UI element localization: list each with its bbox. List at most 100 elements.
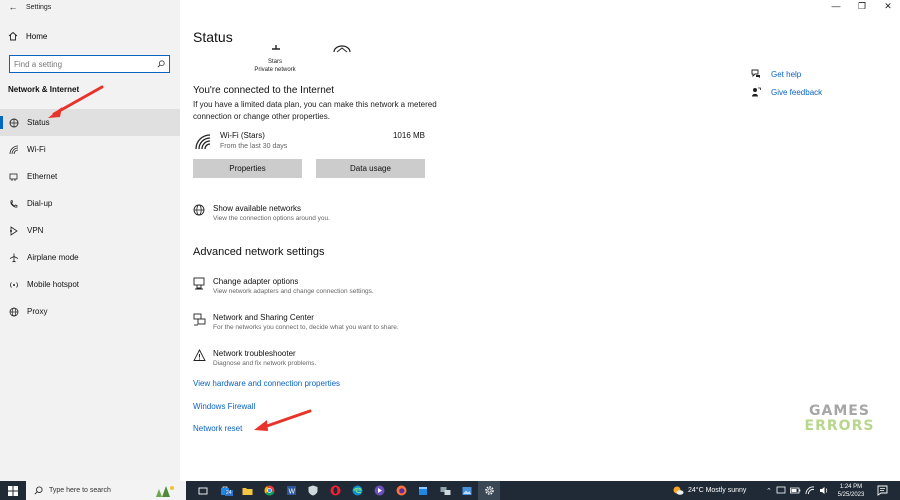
notification-center-icon[interactable]	[877, 485, 888, 496]
network-reset-link[interactable]: Network reset	[193, 424, 242, 433]
sidebar-item-label: Airplane mode	[27, 253, 79, 262]
media-player-button[interactable]	[368, 481, 390, 500]
hardware-properties-link[interactable]: View hardware and connection properties	[193, 379, 340, 388]
show-networks-title: Show available networks	[213, 204, 302, 213]
task-view-button[interactable]	[192, 481, 214, 500]
photos-app-button[interactable]	[456, 481, 478, 500]
page-title: Status	[193, 29, 233, 45]
opera-button[interactable]	[324, 481, 346, 500]
ethernet-icon	[9, 173, 18, 181]
taskbar-search-box[interactable]: Type here to search	[26, 481, 186, 500]
vpn-icon	[10, 225, 18, 236]
sidebar-item-airplane-mode[interactable]: Airplane mode	[0, 244, 180, 271]
firefox-icon	[396, 485, 406, 496]
play-icon	[374, 485, 384, 496]
photos-icon	[462, 486, 472, 495]
globe-icon	[193, 204, 205, 216]
taskbar-clock[interactable]: 1:24 PM 5/25/2023	[836, 483, 866, 499]
volume-icon[interactable]	[819, 486, 829, 495]
chrome-button[interactable]	[258, 481, 280, 500]
chrome-icon	[264, 485, 274, 496]
dialup-icon	[10, 199, 18, 208]
windows-firewall-link[interactable]: Windows Firewall	[193, 402, 255, 411]
edge-button[interactable]	[346, 481, 368, 500]
warning-icon	[193, 349, 206, 361]
gear-icon	[484, 486, 494, 495]
maximize-button[interactable]: ❐	[856, 1, 868, 12]
start-button[interactable]	[0, 481, 26, 500]
sidebar-item-proxy[interactable]: Proxy	[0, 298, 180, 325]
back-arrow-icon[interactable]: ←	[0, 2, 26, 12]
folder-icon	[242, 487, 252, 495]
weather-text: 24°C Mostly sunny	[688, 487, 747, 494]
watermark-line1: GAMES	[809, 403, 870, 419]
home-icon	[8, 31, 18, 41]
sidebar-item-wifi[interactable]: Wi-Fi	[0, 136, 180, 163]
chevron-up-icon[interactable]: ⌃	[766, 487, 772, 495]
sharing-center-title: Network and Sharing Center	[213, 313, 314, 322]
give-feedback-link[interactable]: Give feedback	[751, 87, 822, 97]
sidebar-item-label: Status	[27, 118, 50, 127]
window-title: Settings	[26, 3, 52, 11]
wifi-data-amount: 1016 MB	[392, 131, 425, 140]
notification-badge: 24	[225, 490, 233, 496]
word-button[interactable]: W	[280, 481, 302, 500]
file-explorer-button[interactable]	[236, 481, 258, 500]
shield-icon	[308, 485, 318, 496]
section-label: Network & Internet	[8, 85, 80, 94]
sharing-center-icon	[193, 313, 206, 326]
sidebar-item-ethernet[interactable]: Ethernet	[0, 163, 180, 190]
search-icon[interactable]	[157, 60, 165, 68]
home-nav-item[interactable]: Home	[8, 31, 47, 41]
close-button[interactable]: ✕	[882, 1, 894, 12]
wifi-signal-icon	[195, 134, 211, 150]
get-help-link[interactable]: Get help	[751, 69, 801, 79]
network-tray-icon[interactable]	[805, 486, 815, 495]
weather-sunny-icon	[673, 486, 684, 495]
data-usage-button[interactable]: Data usage	[316, 159, 425, 178]
main-content: — ❐ ✕ Status Stars Private network You'r…	[180, 0, 900, 481]
app-window-button[interactable]	[412, 481, 434, 500]
sidebar: ← Settings Home Network & Internet Statu…	[0, 0, 180, 481]
feedback-person-icon	[752, 87, 761, 97]
settings-search-input[interactable]	[14, 59, 157, 69]
store-app-button[interactable]: 24	[214, 481, 236, 500]
connection-status-description: If you have a limited data plan, you can…	[193, 100, 437, 121]
search-highlight-icon	[156, 486, 174, 497]
firefox-button[interactable]	[390, 481, 412, 500]
minimize-button[interactable]: —	[830, 1, 842, 12]
settings-search-box[interactable]	[9, 55, 170, 73]
advanced-settings-heading: Advanced network settings	[193, 246, 325, 258]
nav-list: Status Wi-Fi Ethernet Dial-up VPN Airpla…	[0, 109, 180, 325]
battery-icon[interactable]	[789, 486, 801, 495]
wifi-icon	[9, 145, 19, 154]
settings-app-button[interactable]	[478, 481, 500, 500]
network-devices-icon	[440, 486, 450, 495]
sharing-center-description: For the networks you connect to, decide …	[213, 324, 399, 331]
title-bar: ← Settings	[0, 0, 52, 14]
give-feedback-label: Give feedback	[771, 87, 823, 97]
hotspot-icon	[10, 281, 18, 288]
search-icon	[34, 486, 43, 495]
sidebar-item-vpn[interactable]: VPN	[0, 217, 180, 244]
clock-date: 5/25/2023	[837, 492, 865, 498]
properties-button[interactable]: Properties	[193, 159, 302, 178]
taskbar: Type here to search 24 W 24°C Mostly sun…	[0, 481, 900, 500]
sidebar-item-label: VPN	[27, 226, 44, 235]
tray-app-icon[interactable]	[776, 486, 786, 495]
chat-help-icon	[751, 69, 760, 78]
sidebar-item-mobile-hotspot[interactable]: Mobile hotspot	[0, 271, 180, 298]
wifi-usage-row: Wi-Fi (Stars) From the last 30 days 1016…	[195, 131, 427, 155]
globe-icon	[9, 307, 19, 316]
taskbar-weather[interactable]: 24°C Mostly sunny	[672, 481, 746, 500]
sidebar-item-status[interactable]: Status	[0, 109, 180, 136]
windows-logo-icon	[8, 485, 18, 496]
taskbar-search-placeholder: Type here to search	[49, 487, 111, 494]
network-app-button[interactable]	[434, 481, 456, 500]
watermark-logo: GAMES ERRORS	[802, 404, 877, 434]
status-icon	[9, 118, 19, 127]
taskbar-pinned-apps: 24 W	[192, 481, 500, 500]
troubleshooter-description: Diagnose and fix network problems.	[213, 360, 317, 367]
sidebar-item-dialup[interactable]: Dial-up	[0, 190, 180, 217]
vpn-shield-app-button[interactable]	[302, 481, 324, 500]
